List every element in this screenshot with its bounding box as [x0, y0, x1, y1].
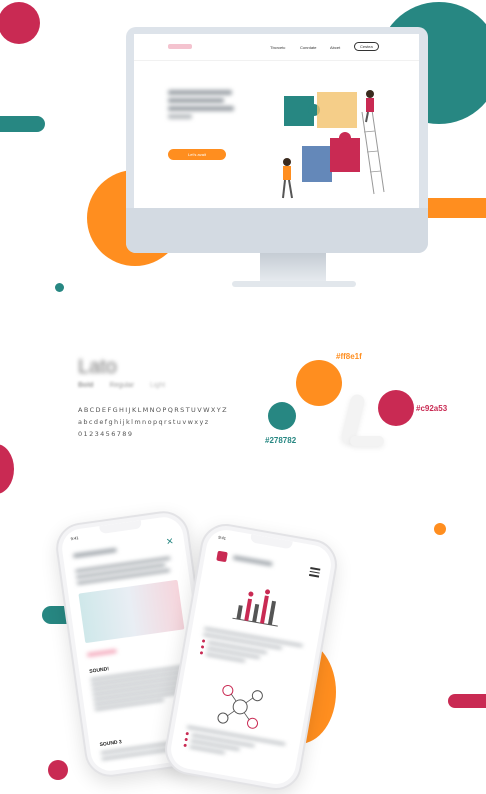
monitor-chin	[126, 208, 428, 253]
phone-left-notch	[99, 520, 142, 535]
crimson-bar-lower-right	[448, 694, 486, 708]
hero-heading-blur-4	[168, 114, 192, 119]
hero-cta-label: Let's avait	[188, 152, 206, 157]
nav-link-1[interactable]: Tbcrcetc	[270, 45, 285, 50]
ladder-rung-2	[366, 150, 379, 153]
close-icon[interactable]: ✕	[165, 536, 174, 548]
orange-dot-small	[434, 523, 446, 535]
puzzle-knob-crimson	[339, 132, 351, 144]
teal-bar-left	[0, 116, 45, 132]
person-right-leg	[365, 111, 369, 123]
hero-heading-blur-2	[168, 98, 224, 103]
hero-heading-blur-3	[168, 106, 234, 111]
glyph-digits: 0123456789	[78, 430, 134, 438]
person-right-body	[366, 98, 374, 112]
font-weights: Bold Regular Light	[78, 382, 165, 389]
nav-contact-button[interactable]: Cestea	[354, 42, 379, 51]
network-icon	[217, 684, 263, 729]
teal-hex-label: #278782	[265, 436, 297, 445]
phone-right-header-blur	[232, 555, 273, 567]
person-left-leg	[282, 179, 286, 199]
phone-left-time: 9:41	[70, 535, 79, 542]
ladder-left	[361, 111, 375, 195]
font-weight-bold: Bold	[78, 382, 94, 389]
font-weight-light: Light	[149, 382, 166, 389]
glyph-uppercase: ABCDEFGHIJKLMNOPQRSTUVWXYZ	[78, 406, 228, 414]
hamburger-menu-icon[interactable]	[309, 566, 321, 578]
puzzle-piece-photo	[317, 92, 357, 128]
phone-left-header-blur	[72, 547, 117, 559]
person-left-leg-2	[288, 179, 293, 199]
person-left-body	[283, 166, 291, 180]
phone-left-section1-title: SOUND!	[89, 666, 110, 675]
teal-dot-small	[55, 283, 64, 292]
nav-link-3[interactable]: Abcet	[330, 45, 340, 50]
orange-hex-label: #ff8e1f	[336, 352, 362, 361]
crimson-half-circle-left	[0, 444, 14, 494]
ladder-rung-1	[363, 130, 376, 133]
chart-icon	[232, 589, 278, 627]
font-name: Lato	[78, 356, 117, 378]
logo	[168, 44, 192, 49]
crimson-hex-label: #c92a53	[416, 404, 448, 413]
phone-left-section2-title: SOUND 3	[99, 739, 123, 749]
hero-heading-blur	[168, 90, 232, 95]
orange-swatch	[296, 360, 342, 406]
crimson-dot-bottom	[48, 760, 68, 780]
person-left-head	[283, 158, 291, 166]
teal-swatch	[268, 402, 296, 430]
phone-left-pink-tag	[86, 648, 118, 658]
phone-right-list-1	[199, 627, 303, 671]
person-right-head	[366, 90, 374, 98]
crimson-swatch	[378, 390, 414, 426]
white-swatch-stroke-2	[350, 436, 384, 446]
phone-right-notch	[249, 534, 293, 550]
puzzle-illustration	[282, 90, 385, 199]
monitor-stand-neck	[260, 253, 326, 283]
monitor-nav: Tbcrcetc Conrdate Abcet Cestea	[134, 34, 419, 61]
puzzle-piece-photo-bottom	[302, 146, 332, 182]
ladder-rung-3	[369, 170, 382, 173]
phone-right-time: 9:41	[217, 534, 227, 541]
phone-left-team-image	[78, 579, 185, 644]
glyph-lowercase: abcdefghijklmnopqrstuvwxyz	[78, 418, 210, 426]
monitor-stand-base	[232, 281, 356, 287]
font-weight-regular: Regular	[109, 382, 135, 389]
nav-link-2[interactable]: Conrdate	[300, 45, 316, 50]
hero-cta-button[interactable]: Let's avait	[168, 149, 226, 160]
puzzle-icon	[216, 550, 228, 563]
phone-right-list-2	[183, 725, 286, 764]
crimson-circle-top-left	[0, 2, 40, 44]
